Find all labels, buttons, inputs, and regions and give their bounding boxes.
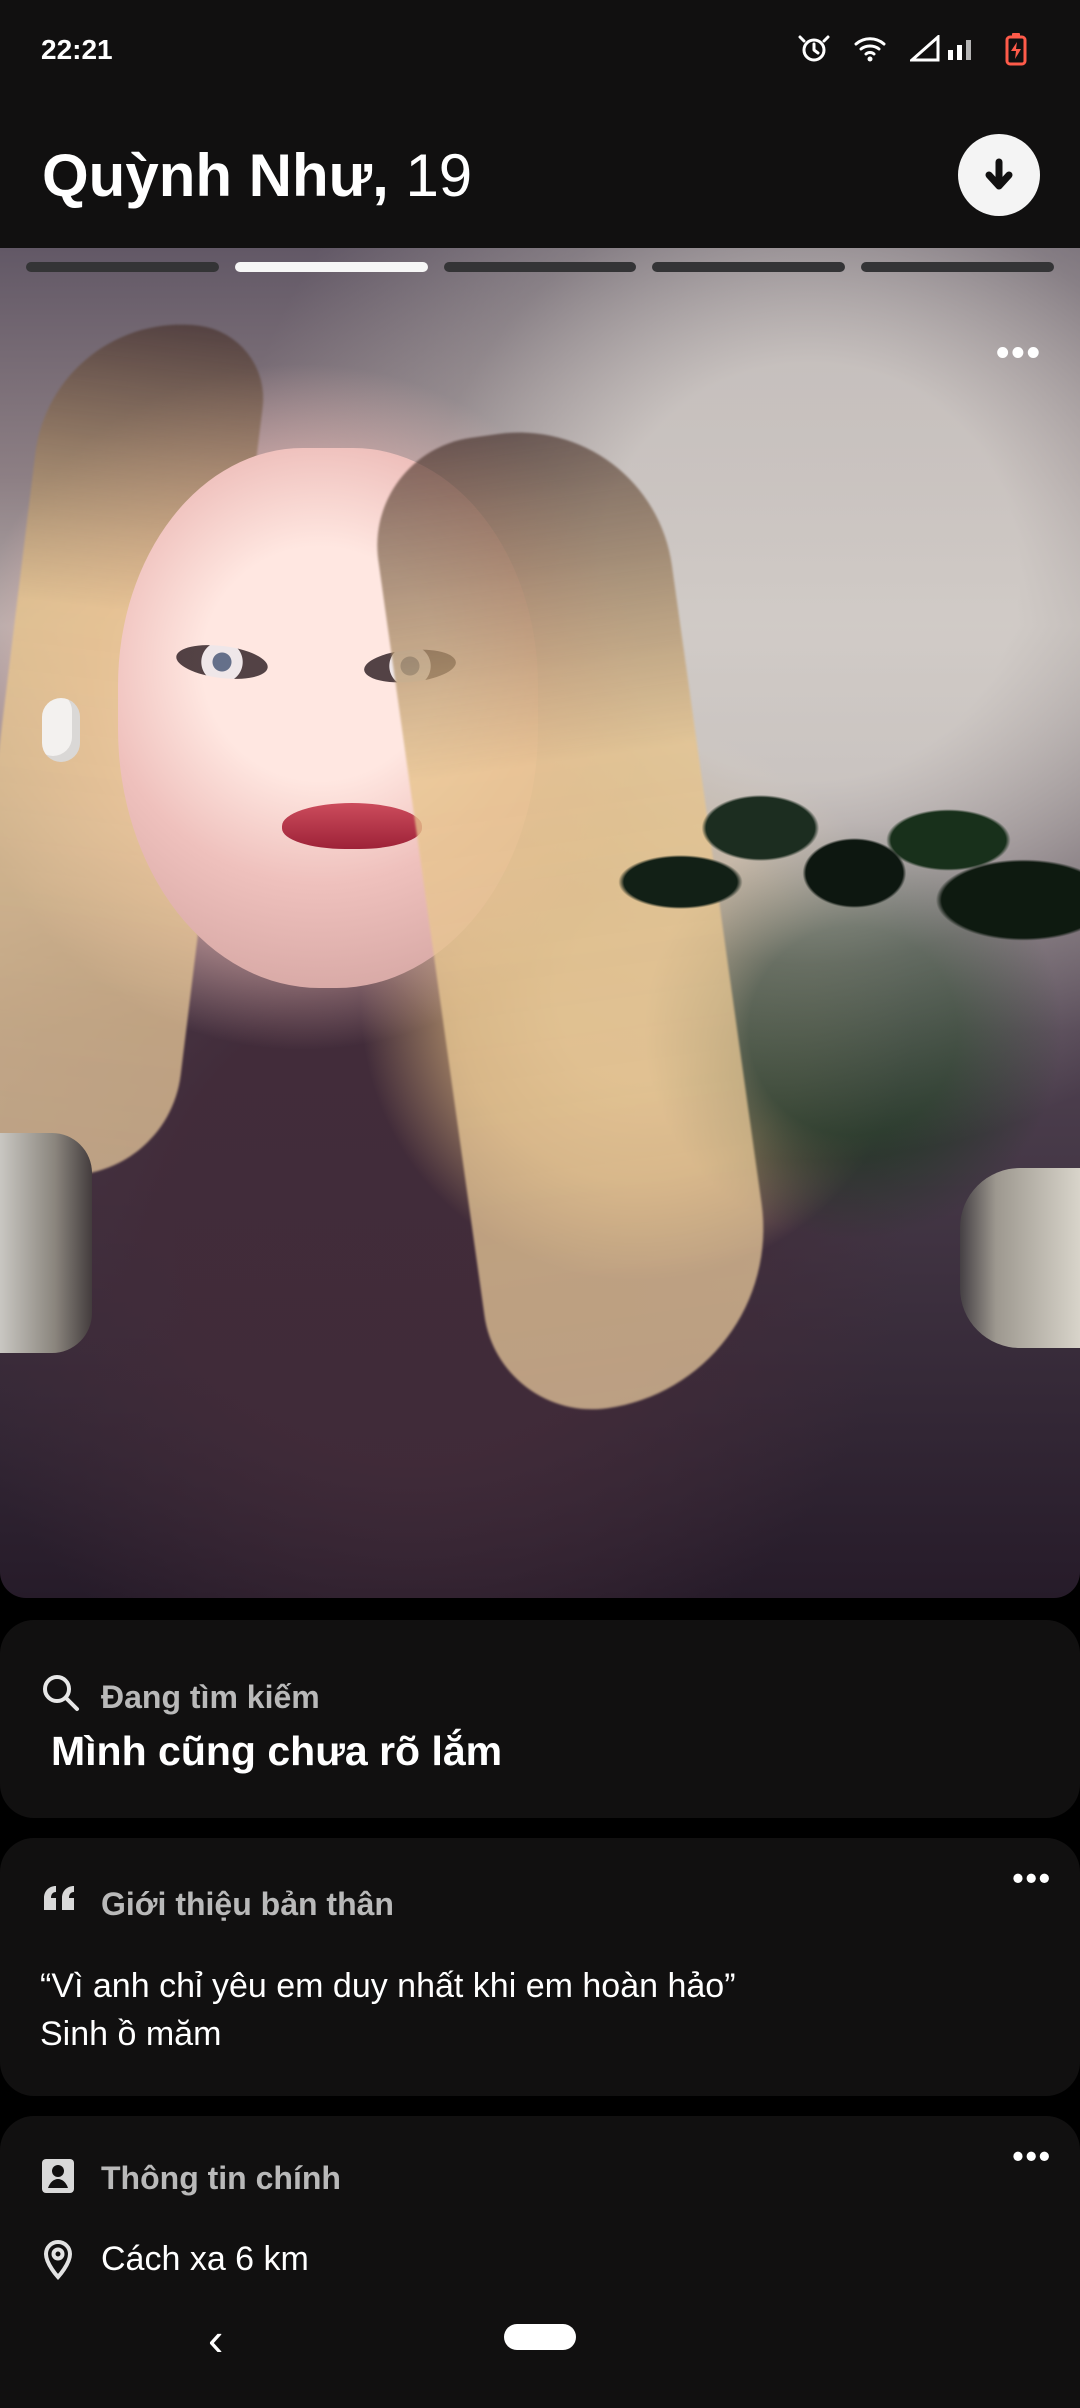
earbud (42, 698, 80, 762)
about-label: Giới thiệu bản thân (101, 1886, 394, 1922)
arrow-down-icon (980, 156, 1018, 194)
bio-text: “Vì anh chỉ yêu em duy nhất khi em hoàn … (40, 1962, 736, 2058)
location-pin-icon (40, 2238, 76, 2280)
profile-photo[interactable]: ••• (0, 248, 1080, 1598)
status-icons (798, 32, 1028, 66)
wifi-icon (852, 34, 888, 64)
more-icon[interactable]: ••• (996, 334, 1042, 372)
profile-name: Quỳnh Như, (42, 142, 389, 209)
back-icon[interactable]: ‹ (208, 2312, 223, 2366)
signal-icon (910, 35, 982, 63)
photo-progress-segment-3 (443, 262, 637, 272)
home-pill[interactable] (504, 2324, 576, 2350)
photo-progress-segment-1 (26, 262, 219, 272)
looking-for-card: Đang tìm kiếm Mình cũng chưa rõ lắm (0, 1620, 1080, 1818)
alarm-icon (798, 33, 830, 65)
photo-progress-segment-4 (652, 262, 846, 272)
profile-title: Quỳnh Như, 19 (42, 146, 472, 206)
main-info-label: Thông tin chính (101, 2160, 341, 2196)
bio-line-2: Sinh ồ măm (40, 2015, 222, 2053)
quote-icon (40, 1884, 78, 1914)
plant (610, 708, 1080, 1008)
sofa-right (960, 1168, 1080, 1348)
battery-icon (1004, 32, 1028, 66)
more-icon[interactable]: ••• (1012, 2138, 1052, 2175)
profile-age: 19 (405, 142, 473, 209)
photo-progress-segment-5 (861, 262, 1054, 272)
status-bar: 22:21 (0, 0, 1080, 100)
download-button[interactable] (958, 134, 1040, 216)
looking-for-label: Đang tìm kiếm (101, 1679, 320, 1715)
more-icon[interactable]: ••• (1012, 1860, 1052, 1897)
system-navigation-bar: ‹ (0, 2282, 1080, 2408)
photo-progress (26, 262, 1054, 272)
profile-card-icon (40, 2157, 76, 2197)
profile-header: Quỳnh Như, 19 (0, 100, 1080, 248)
sofa-left (0, 1133, 92, 1353)
photo-progress-segment-2 (234, 262, 428, 272)
distance-value: Cách xa 6 km (101, 2240, 309, 2278)
lips (282, 803, 422, 849)
search-icon (40, 1672, 82, 1714)
bio-line-1: “Vì anh chỉ yêu em duy nhất khi em hoàn … (40, 1967, 736, 2005)
status-time: 22:21 (41, 34, 113, 65)
about-card: Giới thiệu bản thân ••• “Vì anh chỉ yêu … (0, 1838, 1080, 2096)
looking-for-value: Mình cũng chưa rõ lắm (51, 1728, 503, 1774)
